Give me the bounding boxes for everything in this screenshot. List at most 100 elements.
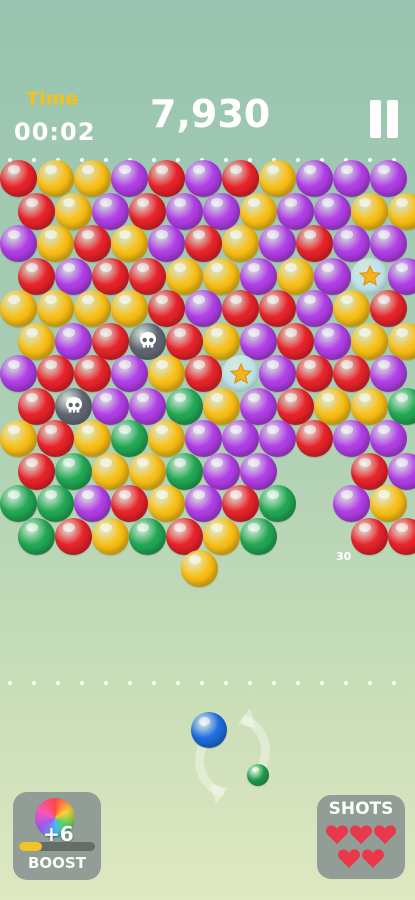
game-board[interactable]: { "hud": { "time_label": "Time", "time_v… [0,0,415,900]
purple-bubble [388,452,415,490]
next-bubble[interactable] [247,764,269,786]
pause-icon-bar-right [387,100,398,138]
purple-bubble [333,160,370,197]
red-bubble [92,257,129,295]
star-bubble [351,257,388,295]
purple-bubble [0,355,37,392]
guide-dot [320,681,324,685]
heart-icon [326,825,348,844]
purple-bubble [203,192,240,230]
yellow-bubble [240,192,277,230]
red-bubble [333,355,370,392]
guide-dot [104,681,108,685]
yellow-bubble [37,290,74,327]
green-bubble [166,387,203,425]
yellow-bubble [37,160,74,197]
red-bubble [296,225,333,262]
time-value: 00:02 [14,118,96,146]
purple-bubble [240,387,277,425]
guide-dot [32,681,36,685]
guide-dot [152,158,156,162]
purple-bubble [314,192,351,230]
yellow-bubble [148,420,185,457]
guide-dot [224,158,228,162]
yellow-bubble [74,290,111,327]
boost-button[interactable]: +6 BOOST [13,792,101,880]
purple-bubble [314,322,351,360]
yellow-bubble [18,322,55,360]
purple-bubble [333,420,370,457]
purple-bubble [333,485,370,522]
red-bubble [259,290,296,327]
purple-bubble [203,452,240,490]
yellow-bubble [222,225,259,262]
yellow-bubble [203,322,240,360]
guide-dot [344,681,348,685]
purple-bubble [259,225,296,262]
skull-icon [55,388,92,425]
yellow-bubble [181,550,218,587]
purple-bubble [185,485,222,522]
yellow-bubble [388,322,415,360]
heart-icon [374,825,396,844]
yellow-bubble [203,517,240,555]
guide-dot [32,158,36,162]
green-bubble [111,420,148,457]
guide-dot [104,158,108,162]
purple-bubble [129,387,166,425]
green-bubble [0,485,37,522]
guide-dot [152,681,156,685]
pause-button[interactable] [366,100,402,138]
yellow-bubble [148,355,185,392]
guide-dot [272,681,276,685]
yellow-bubble [92,517,129,555]
guide-dot [176,681,180,685]
star-bubble [222,355,259,392]
purple-bubble [0,225,37,262]
red-bubble [18,192,55,230]
purple-bubble [111,355,148,392]
guide-dot [248,681,252,685]
star-icon [222,355,259,392]
purple-bubble [259,420,296,457]
green-bubble [259,485,296,522]
guide-dot [296,158,300,162]
boost-label: BOOST [28,854,86,872]
heart-icon [362,849,384,868]
yellow-bubble [129,452,166,490]
purple-bubble [296,290,333,327]
yellow-bubble [388,192,415,230]
boost-progress-fill [19,842,42,851]
purple-bubble [314,257,351,295]
purple-bubble [370,160,407,197]
red-bubble [37,420,74,457]
time-label: Time [26,88,79,110]
shooter-bubble[interactable] [191,712,227,748]
red-bubble [370,290,407,327]
purple-bubble [370,420,407,457]
skull-bomb-bubble [55,387,92,425]
red-bubble [296,420,333,457]
yellow-bubble [92,452,129,490]
guide-dot [392,681,396,685]
red-bubble [222,485,259,522]
yellow-bubble [0,290,37,327]
pause-icon-bar-left [370,100,381,138]
red-bubble [222,160,259,197]
guide-dot [200,681,204,685]
purple-bubble [370,355,407,392]
green-bubble [166,452,203,490]
yellow-bubble [203,257,240,295]
purple-bubble [222,420,259,457]
shots-panel: SHOTS [317,795,405,879]
yellow-bubble [314,387,351,425]
red-bubble [129,192,166,230]
red-bubble [129,257,166,295]
guide-dot [56,681,60,685]
purple-bubble [277,192,314,230]
purple-bubble [388,257,415,295]
red-bubble [18,257,55,295]
purple-bubble [333,225,370,262]
purple-bubble [92,387,129,425]
yellow-bubble [148,485,185,522]
